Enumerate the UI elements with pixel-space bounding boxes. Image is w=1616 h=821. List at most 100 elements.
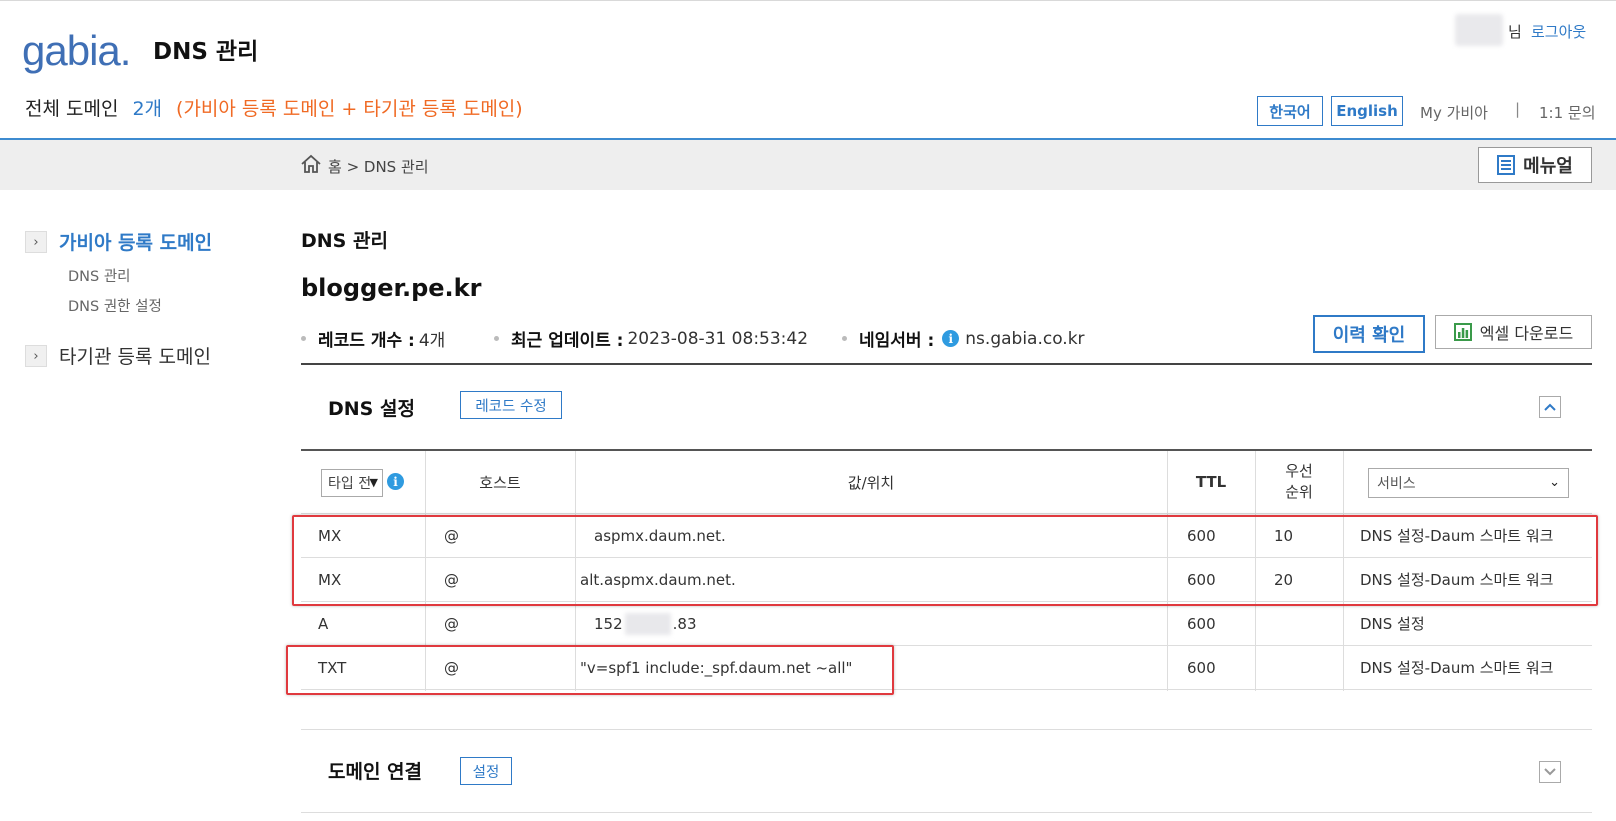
priority-line1: 우선 bbox=[1285, 462, 1313, 480]
chevron-right-icon: › bbox=[25, 345, 47, 367]
record-type: MX bbox=[318, 526, 342, 545]
column-header-value: 값/위치 bbox=[847, 473, 895, 492]
record-type: MX bbox=[318, 570, 342, 589]
home-icon[interactable] bbox=[300, 153, 322, 175]
lang-korean-button[interactable]: 한국어 bbox=[1257, 96, 1323, 126]
domain-name: blogger.pe.kr bbox=[301, 274, 482, 302]
record-host: @ bbox=[444, 526, 459, 545]
summary-note: (가비아 등록 도메인 + 타기관 등록 도메인) bbox=[176, 98, 523, 120]
updated-value: 2023-08-31 08:53:42 bbox=[627, 328, 809, 349]
page-heading: DNS 관리 bbox=[301, 230, 388, 252]
table-row[interactable]: MX @ alt.aspmx.daum.net. 600 20 DNS 설정-D… bbox=[301, 558, 1592, 602]
user-name-redacted bbox=[1455, 14, 1503, 46]
table-header-row: 타입 전 ▼ i 호스트 값/위치 TTL 우선 순위 서비스 ⌄ bbox=[301, 451, 1592, 514]
inquiry-link[interactable]: 1:1 문의 bbox=[1539, 102, 1596, 123]
manual-label: 메뉴얼 bbox=[1523, 156, 1573, 177]
record-host: @ bbox=[444, 614, 459, 633]
document-list-icon bbox=[1497, 155, 1516, 175]
record-value-suffix: .83 bbox=[672, 614, 697, 633]
record-service: DNS 설정-Daum 스마트 워크 bbox=[1360, 571, 1554, 589]
logout-link[interactable]: 로그아웃 bbox=[1531, 21, 1586, 42]
record-value: "v=spf1 include:_spf.daum.net ~all" bbox=[580, 658, 853, 677]
domain-connect-settings-button[interactable]: 설정 bbox=[460, 757, 512, 785]
my-gabia-link[interactable]: My 가비아 bbox=[1420, 102, 1488, 123]
sidebar-item-other-domains[interactable]: 타기관 등록 도메인 bbox=[59, 342, 211, 369]
section-divider bbox=[301, 363, 1592, 365]
record-type: TXT bbox=[318, 658, 347, 677]
domain-connect-title: 도메인 연결 bbox=[328, 761, 423, 783]
record-ttl: 600 bbox=[1187, 658, 1216, 677]
summary-count[interactable]: 2개 bbox=[132, 94, 162, 121]
record-count-label: 레코드 개수 : bbox=[318, 331, 415, 351]
chart-icon bbox=[1453, 323, 1472, 341]
record-value: 152 .83 bbox=[594, 602, 697, 645]
dns-settings-title: DNS 설정 bbox=[328, 398, 415, 420]
record-service: DNS 설정-Daum 스마트 워크 bbox=[1360, 527, 1554, 545]
record-service: DNS 설정 bbox=[1360, 615, 1425, 633]
type-filter-value: 타입 전 bbox=[328, 476, 372, 492]
section-divider bbox=[301, 729, 1592, 730]
logo-text: gabia. bbox=[22, 27, 131, 74]
record-host: @ bbox=[444, 658, 459, 677]
lang-english-button[interactable]: English bbox=[1331, 96, 1403, 126]
info-icon[interactable]: i bbox=[387, 473, 404, 490]
updated-label: 최근 업데이트 : bbox=[511, 331, 624, 351]
domain-summary: 전체 도메인 2개 (가비아 등록 도메인 + 타기관 등록 도메인) bbox=[25, 94, 523, 121]
sidebar-subitem-dns-permission[interactable]: DNS 권한 설정 bbox=[68, 295, 162, 316]
breadcrumb-bar bbox=[0, 140, 1616, 190]
edit-records-button[interactable]: 레코드 수정 bbox=[460, 391, 562, 419]
user-suffix: 님 bbox=[1508, 23, 1522, 41]
chevron-down-icon: ▼ bbox=[369, 476, 378, 489]
chevron-down-icon: ⌄ bbox=[1549, 475, 1560, 490]
summary-label: 전체 도메인 bbox=[25, 98, 119, 120]
history-button[interactable]: 이력 확인 bbox=[1313, 315, 1425, 353]
record-count: 레코드 개수 : 4개 bbox=[301, 326, 445, 351]
record-value-prefix: 152 bbox=[594, 614, 623, 633]
chevron-up-icon bbox=[1544, 403, 1556, 411]
priority-line2: 순위 bbox=[1285, 483, 1313, 501]
service-filter-select[interactable]: 서비스 ⌄ bbox=[1368, 468, 1569, 498]
chevron-right-icon: › bbox=[25, 231, 47, 253]
collapse-toggle[interactable] bbox=[1539, 396, 1561, 418]
column-header-host: 호스트 bbox=[479, 473, 521, 492]
header-separator: | bbox=[1515, 100, 1521, 118]
bullet bbox=[494, 336, 499, 341]
record-type: A bbox=[318, 614, 329, 633]
redacted-ip-part bbox=[624, 612, 671, 635]
excel-download-button[interactable]: 엑셀 다운로드 bbox=[1435, 315, 1592, 349]
record-ttl: 600 bbox=[1187, 570, 1216, 589]
service-filter-value: 서비스 bbox=[1377, 476, 1416, 492]
record-host: @ bbox=[444, 570, 459, 589]
column-header-ttl: TTL bbox=[1195, 473, 1227, 491]
record-service: DNS 설정-Daum 스마트 워크 bbox=[1360, 659, 1554, 677]
column-header-priority: 우선 순위 bbox=[1255, 451, 1343, 513]
chevron-down-icon bbox=[1544, 768, 1556, 776]
record-priority: 20 bbox=[1274, 570, 1294, 589]
nameserver: 네임서버 : i ns.gabia.co.kr bbox=[842, 326, 1085, 351]
top-border bbox=[0, 0, 1616, 1]
ns-label: 네임서버 : bbox=[859, 331, 935, 351]
excel-label: 엑셀 다운로드 bbox=[1479, 324, 1574, 343]
table-row[interactable]: A @ 152 .83 600 DNS 설정 bbox=[301, 602, 1592, 646]
sidebar-item-gabia-domains[interactable]: 가비아 등록 도메인 bbox=[59, 228, 212, 255]
record-priority: 10 bbox=[1274, 526, 1294, 545]
record-ttl: 600 bbox=[1187, 526, 1216, 545]
app-title: DNS 관리 bbox=[153, 39, 259, 65]
gabia-logo[interactable]: gabia. bbox=[22, 26, 131, 74]
sidebar-subitem-dns-manage[interactable]: DNS 관리 bbox=[68, 265, 131, 286]
section-divider bbox=[301, 812, 1592, 813]
breadcrumb: 홈 > DNS 관리 bbox=[328, 158, 429, 176]
table-row[interactable]: TXT @ "v=spf1 include:_spf.daum.net ~all… bbox=[301, 646, 1592, 690]
record-ttl: 600 bbox=[1187, 614, 1216, 633]
manual-button[interactable]: 메뉴얼 bbox=[1478, 147, 1592, 183]
info-icon[interactable]: i bbox=[942, 330, 960, 347]
record-value: aspmx.daum.net. bbox=[594, 526, 726, 545]
record-count-value: 4개 bbox=[418, 331, 446, 351]
ns-value: ns.gabia.co.kr bbox=[965, 328, 1085, 349]
type-filter-select[interactable]: 타입 전 ▼ bbox=[321, 469, 383, 497]
expand-toggle[interactable] bbox=[1539, 761, 1561, 783]
bullet bbox=[842, 336, 847, 341]
table-row[interactable]: MX @ aspmx.daum.net. 600 10 DNS 설정-Daum … bbox=[301, 514, 1592, 558]
bullet bbox=[301, 336, 306, 341]
record-value: alt.aspmx.daum.net. bbox=[580, 570, 736, 589]
